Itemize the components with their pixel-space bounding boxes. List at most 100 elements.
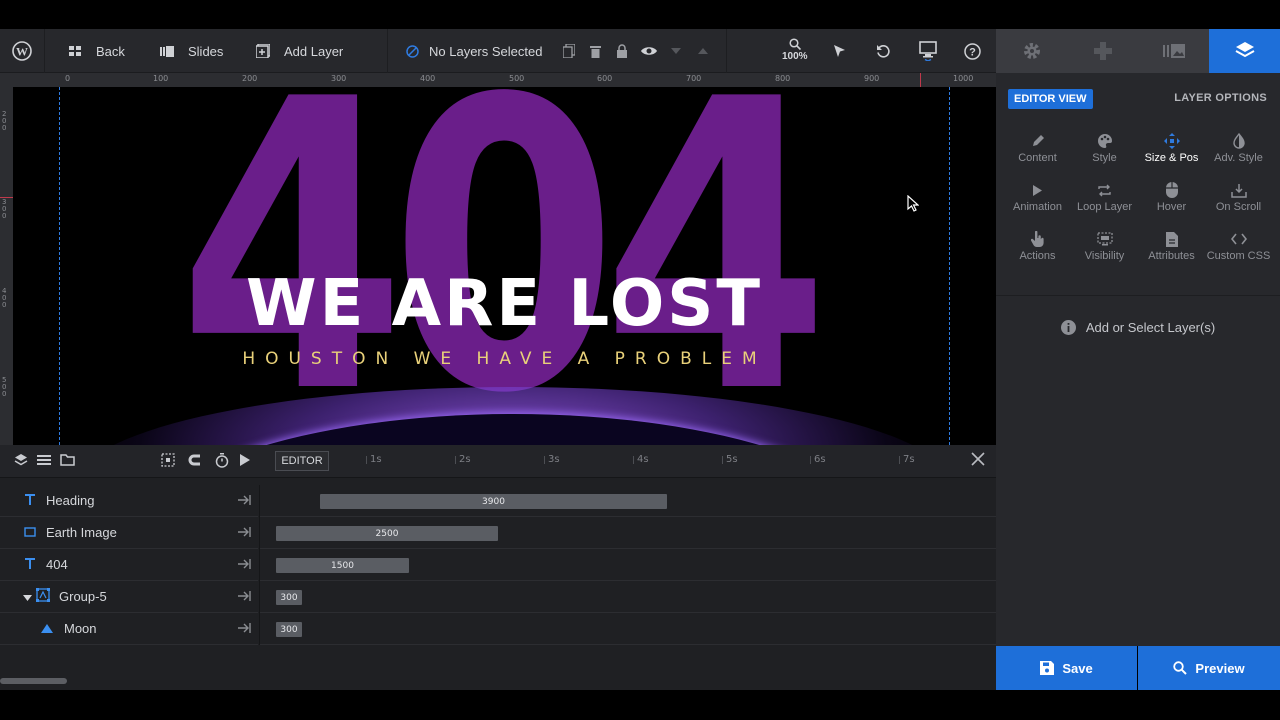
option-adv-style[interactable]: Adv. Style [1205,131,1272,180]
jump-to-end-icon[interactable] [238,557,251,572]
tab-layer-options[interactable] [1209,29,1280,73]
timeline-bar[interactable]: 1500 [276,558,409,573]
slides-button[interactable]: Slides [160,29,223,73]
ruler-mark: 500 [2,376,7,398]
jump-to-end-icon[interactable] [238,525,251,540]
select-region-icon[interactable] [161,453,175,472]
preview-label: Preview [1195,660,1245,676]
zoom-button[interactable]: 100% [782,29,808,73]
timeline-editor-tag[interactable]: EDITOR [275,451,329,471]
option-hover[interactable]: Hover [1138,180,1205,229]
no-selection-icon [406,44,419,58]
option-label: Visibility [1084,250,1125,262]
grid-icon [69,45,82,57]
mouse-icon [1165,180,1178,200]
timeline-scrollbar[interactable] [0,678,67,684]
empty-selection-message: Add or Select Layer(s) [996,320,1280,335]
magnifier-icon [789,38,801,50]
save-button[interactable]: Save [996,646,1137,690]
track-row: 300 [260,613,996,645]
slide-canvas[interactable]: 404 WE ARE LOST HOUSTON WE HAVE A PROBLE… [13,87,996,445]
timeline-bar[interactable]: 300 [276,590,302,605]
close-timeline-button[interactable] [971,452,985,471]
grid-guide-left [59,87,60,445]
tab-slider-settings[interactable] [996,29,1067,73]
second-tick [810,456,811,464]
ruler-mark: 100 [153,74,169,83]
second-tick [899,456,900,464]
option-loop-layer[interactable]: Loop Layer [1071,180,1138,229]
layer-subheading[interactable]: HOUSTON WE HAVE A PROBLEM [13,349,996,369]
save-label: Save [1062,660,1093,676]
ruler-mark: 600 [597,74,613,83]
option-label: Content [1018,152,1057,164]
option-content[interactable]: Content [1004,131,1071,180]
layer-row-moon[interactable]: Moon [0,613,258,645]
option-visibility[interactable]: Visibility [1071,229,1138,278]
ruler-mark: 500 [509,74,525,83]
jump-to-end-icon[interactable] [238,493,251,508]
list-icon[interactable] [37,453,51,472]
layer-row-404[interactable]: 404 [0,549,258,581]
pencil-icon [1031,131,1045,151]
layer-row-group-5[interactable]: Group-5 [0,581,258,613]
play-icon[interactable] [240,453,250,471]
jump-to-end-icon[interactable] [238,621,251,636]
layer-name: 404 [46,557,68,572]
layer-heading[interactable]: WE ARE LOST [13,267,996,341]
magnet-icon[interactable] [188,453,202,472]
stopwatch-icon[interactable] [215,453,229,473]
tab-navigation[interactable] [1067,29,1138,73]
layer-row-earth-image[interactable]: Earth Image [0,517,258,549]
option-attributes[interactable]: Attributes [1138,229,1205,278]
add-layer-label: Add Layer [284,43,344,59]
empty-selection-text: Add or Select Layer(s) [1085,320,1216,335]
caret-down-icon [671,48,681,54]
option-custom-css[interactable]: Custom CSS [1205,229,1272,278]
zoom-level: 100% [782,51,808,62]
editor-view-tab[interactable]: EDITOR VIEW [1008,89,1093,109]
option-style[interactable]: Style [1071,131,1138,180]
visibility-button[interactable] [641,29,657,73]
undo-button[interactable] [876,29,890,73]
option-size-pos[interactable]: Size & Pos [1138,131,1205,180]
device-desktop-button[interactable] [919,29,937,73]
code-icon [1230,229,1247,249]
save-icon [1040,661,1055,675]
timeline-bar[interactable]: 2500 [276,526,498,541]
second-label: 4s [637,454,649,465]
ruler-mark: 0 [65,74,71,83]
duplicate-button[interactable] [563,29,575,73]
caret-down-icon[interactable] [23,589,32,604]
jump-to-end-icon[interactable] [238,589,251,604]
tab-slide-options[interactable] [1138,29,1209,73]
horizontal-ruler: 0 100 200 300 400 500 600 700 800 900 10… [0,73,996,87]
option-on-scroll[interactable]: On Scroll [1205,180,1272,229]
layer-row-heading[interactable]: Heading [0,485,258,517]
second-tick [366,456,367,464]
ruler-mark: 400 [2,287,7,309]
wordpress-logo-button[interactable]: W [12,29,32,73]
copy-icon [563,44,575,58]
lock-button[interactable] [616,29,628,73]
select-tool-button[interactable] [832,29,846,73]
folder-icon[interactable] [60,453,75,471]
layer-options-tab[interactable]: LAYER OPTIONS [1174,92,1267,104]
delete-button[interactable] [590,29,601,73]
option-animation[interactable]: Animation [1004,180,1071,229]
move-down-button[interactable] [671,29,681,73]
timeline-bar[interactable]: 300 [276,622,302,637]
timeline-bar[interactable]: 3900 [320,494,667,509]
back-button[interactable]: Back [69,29,125,73]
layer-selection-status: No Layers Selected [406,29,542,73]
layers-icon[interactable] [14,453,28,472]
option-actions[interactable]: Actions [1004,229,1071,278]
help-button[interactable]: ? [964,29,981,73]
slider-editor: W Back Slides Add Layer No Layers Select… [0,0,1280,720]
preview-button[interactable]: Preview [1138,646,1280,690]
wordpress-icon: W [12,41,32,61]
move-up-button[interactable] [698,29,708,73]
add-layer-button[interactable]: Add Layer [256,29,343,73]
second-tick [722,456,723,464]
second-tick [633,456,634,464]
